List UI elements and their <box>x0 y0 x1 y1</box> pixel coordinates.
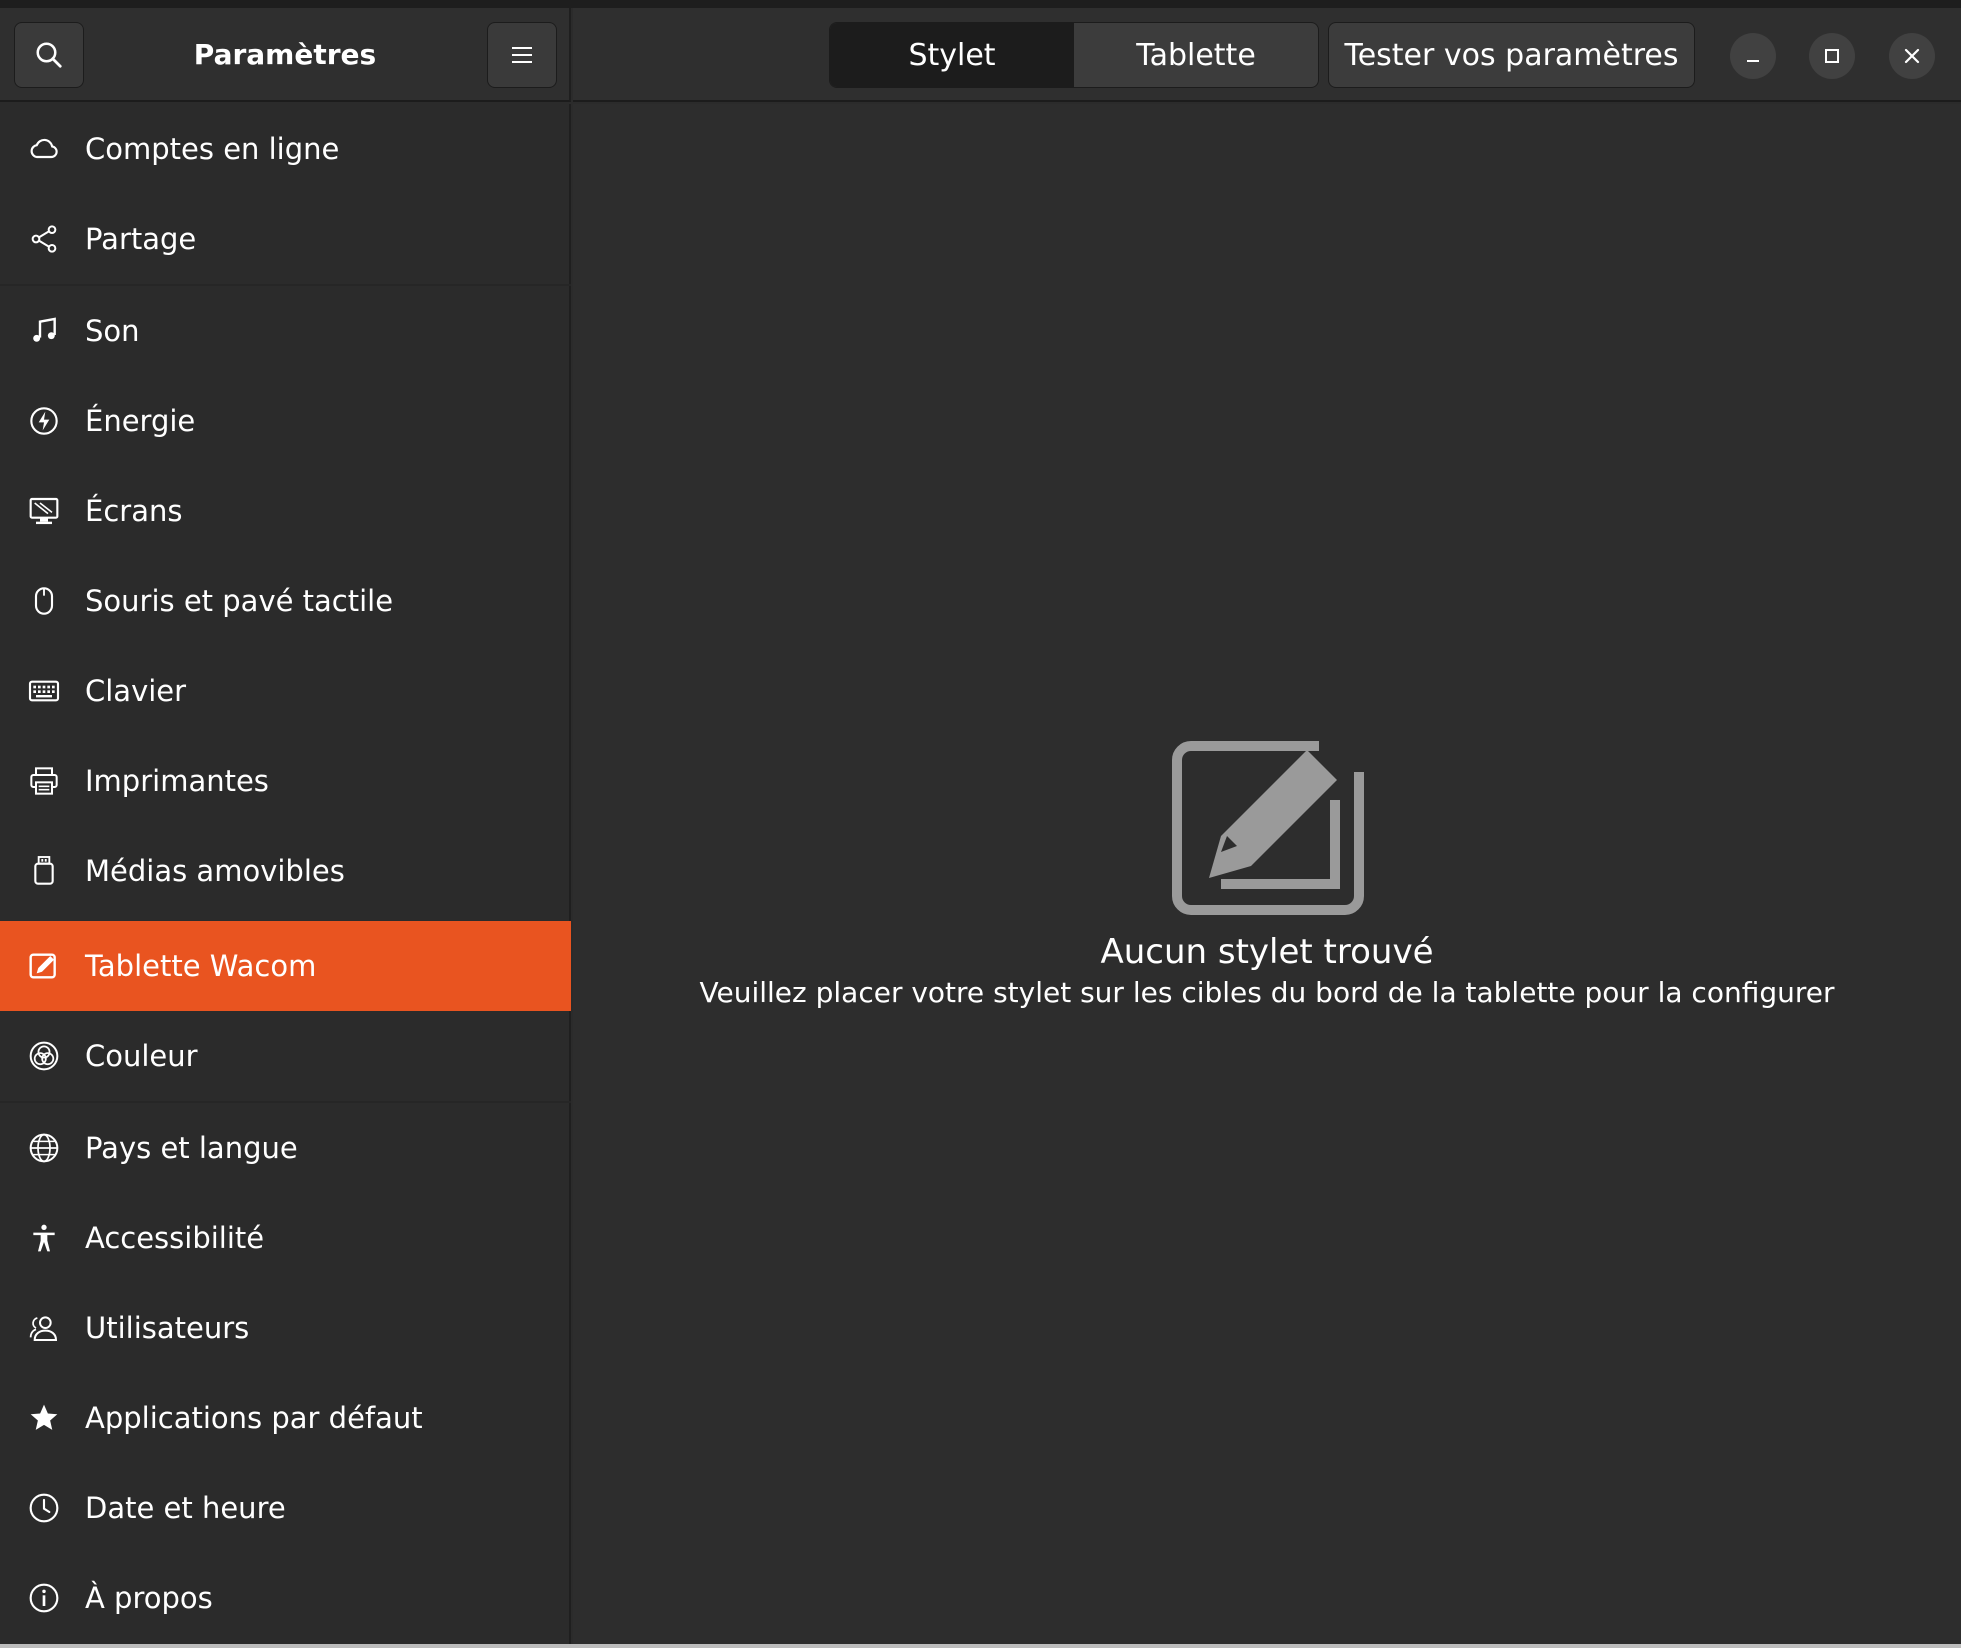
sidebar-item-label: Utilisateurs <box>85 1311 250 1345</box>
sidebar-item-label: Comptes en ligne <box>85 132 340 166</box>
sidebar-item-label: Accessibilité <box>85 1221 265 1255</box>
main-header: Stylet Tablette Tester vos paramètres <box>573 8 1961 102</box>
sidebar-item-accessibility[interactable]: Accessibilité <box>0 1193 571 1283</box>
sidebar: Comptes en ligne Partage Son Énergie Écr… <box>0 104 571 1648</box>
sidebar-item-about[interactable]: À propos <box>0 1553 571 1643</box>
main-menu-button[interactable] <box>487 22 557 88</box>
sidebar-item-label: Souris et pavé tactile <box>85 584 394 618</box>
mouse-icon <box>26 583 62 619</box>
window-bottom-edge <box>0 1644 1961 1648</box>
sidebar-item-default-apps[interactable]: Applications par défaut <box>0 1373 571 1463</box>
sidebar-item-online-accounts[interactable]: Comptes en ligne <box>0 104 571 194</box>
sidebar-item-label: Son <box>85 314 140 348</box>
sidebar-header: Paramètres <box>0 8 571 102</box>
maximize-icon <box>1825 49 1839 63</box>
sidebar-item-power[interactable]: Énergie <box>0 376 571 466</box>
sidebar-item-removable-media[interactable]: Médias amovibles <box>0 826 571 916</box>
sidebar-item-label: Partage <box>85 222 197 256</box>
sidebar-item-printers[interactable]: Imprimantes <box>0 736 571 826</box>
sidebar-item-label: Écrans <box>85 494 183 528</box>
info-icon <box>26 1580 62 1616</box>
minimize-button[interactable] <box>1730 33 1776 79</box>
display-icon <box>26 493 62 529</box>
sidebar-item-region-language[interactable]: Pays et langue <box>0 1103 571 1193</box>
tab-switcher: Stylet Tablette <box>829 22 1319 88</box>
sidebar-item-sound[interactable]: Son <box>0 286 571 376</box>
tab-tablette[interactable]: Tablette <box>1074 23 1318 87</box>
minimize-icon <box>1747 60 1759 62</box>
tab-stylet[interactable]: Stylet <box>830 23 1074 87</box>
usb-drive-icon <box>26 853 62 889</box>
keyboard-icon <box>26 673 62 709</box>
main-content: Aucun stylet trouvé Veuillez placer votr… <box>573 104 1961 1648</box>
hamburger-menu-icon <box>512 47 532 63</box>
tablet-pen-icon <box>1172 741 1364 915</box>
sidebar-item-label: Applications par défaut <box>85 1401 423 1435</box>
sidebar-item-date-time[interactable]: Date et heure <box>0 1463 571 1553</box>
sidebar-item-label: Tablette Wacom <box>85 949 317 983</box>
star-icon <box>26 1400 62 1436</box>
clock-icon <box>26 1490 62 1526</box>
close-button[interactable] <box>1889 33 1935 79</box>
color-icon <box>26 1038 62 1074</box>
accessibility-icon <box>26 1220 62 1256</box>
maximize-button[interactable] <box>1809 33 1855 79</box>
sidebar-item-label: Date et heure <box>85 1491 286 1525</box>
sidebar-item-users[interactable]: Utilisateurs <box>0 1283 571 1373</box>
sidebar-item-mouse[interactable]: Souris et pavé tactile <box>0 556 571 646</box>
sidebar-item-label: À propos <box>85 1581 213 1615</box>
cloud-icon <box>26 131 62 167</box>
settings-window: Paramètres Stylet Tablette Tester vos pa… <box>0 0 1961 1648</box>
page-title: Paramètres <box>193 38 377 71</box>
globe-icon <box>26 1130 62 1166</box>
sidebar-item-label: Énergie <box>85 404 196 438</box>
sidebar-item-sharing[interactable]: Partage <box>0 194 571 284</box>
sidebar-item-color[interactable]: Couleur <box>0 1011 571 1101</box>
window-top-edge <box>0 0 1961 8</box>
printer-icon <box>26 763 62 799</box>
sidebar-item-label: Imprimantes <box>85 764 269 798</box>
empty-state-description: Veuillez placer votre stylet sur les cib… <box>699 976 1835 1009</box>
sidebar-item-label: Couleur <box>85 1039 198 1073</box>
test-settings-button[interactable]: Tester vos paramètres <box>1328 22 1695 88</box>
share-icon <box>26 221 62 257</box>
sidebar-item-label: Médias amovibles <box>85 854 345 888</box>
tablet-pen-icon <box>26 948 62 984</box>
sidebar-item-wacom-tablet[interactable]: Tablette Wacom <box>0 921 571 1011</box>
sidebar-item-label: Clavier <box>85 674 187 708</box>
power-icon <box>26 403 62 439</box>
music-note-icon <box>26 313 62 349</box>
empty-state-title: Aucun stylet trouvé <box>1100 932 1434 972</box>
sidebar-item-keyboard[interactable]: Clavier <box>0 646 571 736</box>
search-button[interactable] <box>14 22 84 88</box>
users-icon <box>26 1310 62 1346</box>
close-icon <box>1904 48 1920 64</box>
sidebar-item-label: Pays et langue <box>85 1131 298 1165</box>
search-icon <box>36 42 62 68</box>
sidebar-item-displays[interactable]: Écrans <box>0 466 571 556</box>
